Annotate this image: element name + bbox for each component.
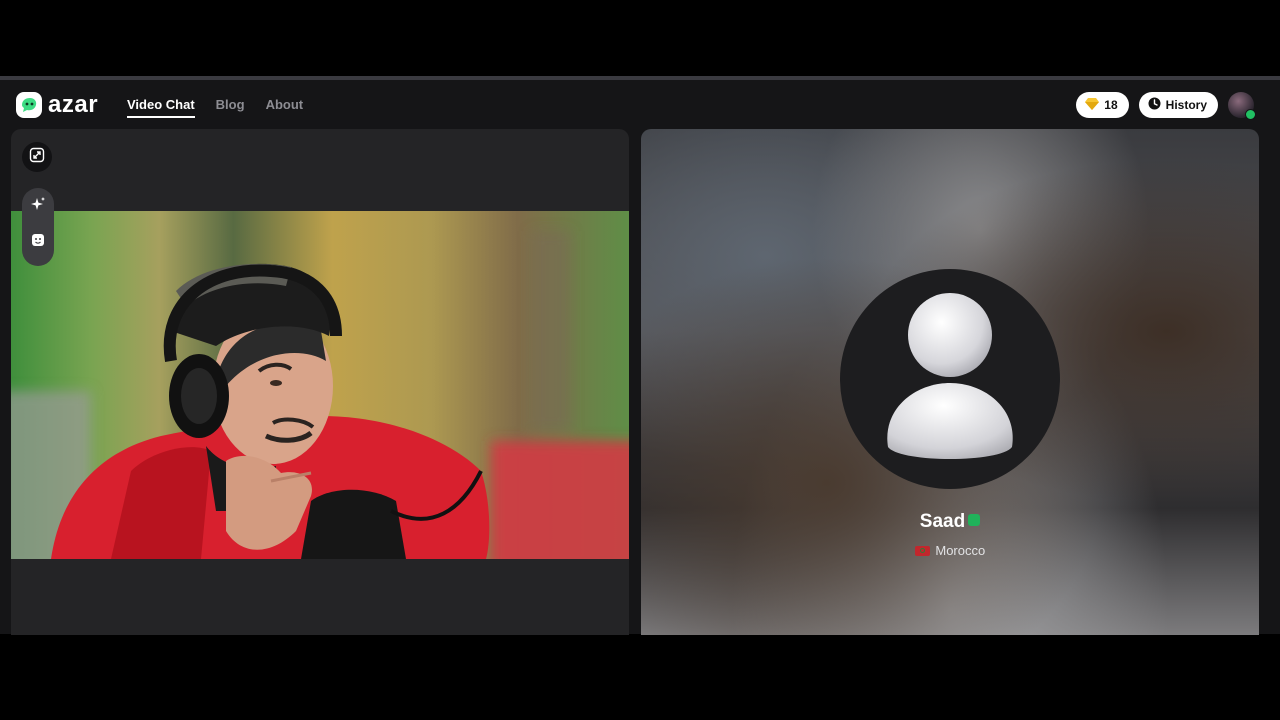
gems-button[interactable]: 18 (1076, 92, 1129, 118)
history-button[interactable]: History (1138, 92, 1218, 118)
header-tools: 18 History (1076, 92, 1256, 120)
expand-icon (29, 147, 45, 168)
azar-logo-icon (16, 92, 42, 118)
self-camera-image (11, 231, 629, 559)
logo-text: azar (48, 91, 99, 118)
self-video-panel (11, 129, 629, 635)
stickers-button[interactable] (23, 227, 53, 257)
partner-name: Saad (919, 511, 966, 532)
smiley-icon (30, 232, 46, 253)
default-profile-icon (887, 293, 1013, 459)
main-nav: Video Chat Blog About (127, 96, 303, 118)
sparkle-icon (30, 196, 46, 217)
azar-logo[interactable]: azar (16, 92, 98, 118)
morocco-flag-icon (914, 546, 930, 556)
gem-icon (1085, 97, 1100, 113)
user-avatar[interactable] (1228, 92, 1256, 120)
effects-toolbar (22, 188, 54, 266)
nav-blog[interactable]: Blog (216, 96, 245, 118)
verified-icon (968, 514, 981, 526)
history-label: History (1165, 98, 1207, 112)
partner-name-row: Saad (641, 510, 1259, 534)
clock-icon (1148, 97, 1161, 113)
gems-count: 18 (1104, 98, 1118, 112)
expand-button[interactable] (22, 142, 52, 172)
self-camera-feed (11, 211, 629, 559)
header: azar Video Chat Blog About 18 History (0, 80, 1280, 128)
app-window: azar Video Chat Blog About 18 History Sa… (0, 76, 1280, 635)
effects-button[interactable] (23, 191, 53, 221)
partner-avatar (840, 269, 1060, 489)
partner-country-row: Morocco (641, 543, 1259, 559)
nav-video-chat[interactable]: Video Chat (127, 96, 195, 118)
nav-about[interactable]: About (266, 96, 304, 118)
online-status-dot (1245, 109, 1256, 120)
partner-video-panel: Saad Morocco (641, 129, 1259, 635)
partner-country: Morocco (935, 543, 986, 558)
